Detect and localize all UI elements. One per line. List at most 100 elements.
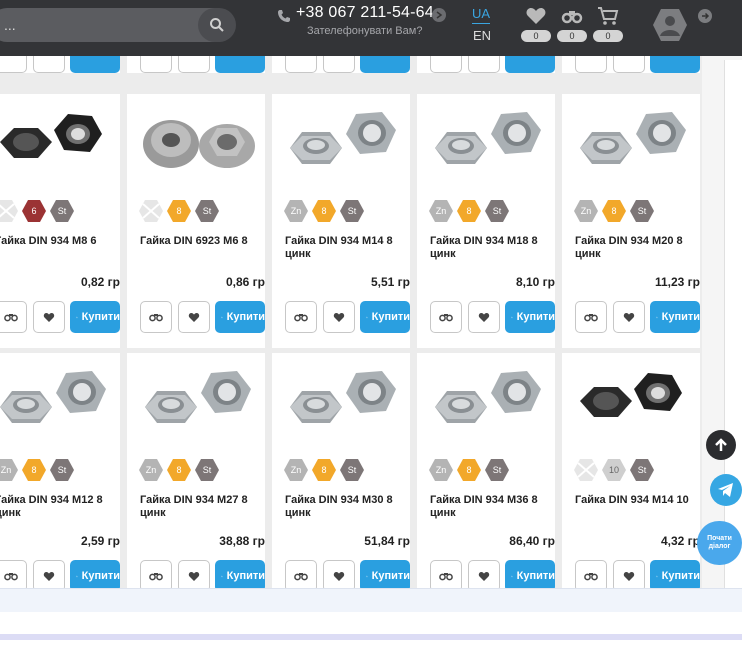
favorites-heart-icon[interactable]: [525, 6, 547, 26]
heart-icon: [43, 312, 55, 322]
badge-label: 8: [466, 465, 472, 475]
product-image[interactable]: [127, 100, 265, 200]
product-image[interactable]: [272, 359, 410, 459]
badge-zn-icon: Zn: [429, 458, 453, 482]
buy-button[interactable]: Купити: [70, 301, 120, 333]
product-card[interactable]: Zn 8 St Гайка DIN 934 M12 8 цинк 2,59 гр Купи…: [0, 353, 120, 607]
favorite-button[interactable]: [33, 56, 65, 73]
product-name[interactable]: Гайка DIN 934 M30 8 цинк: [285, 494, 403, 520]
compare-button[interactable]: [285, 56, 317, 73]
compare-icon: [294, 314, 308, 322]
buy-button[interactable]: Купити: [360, 301, 410, 333]
compare-icon[interactable]: [561, 6, 583, 26]
product-card[interactable]: 6 St Гайка DIN 934 M8 6 0,82 гр Купити: [0, 94, 120, 348]
product-card[interactable]: Zn 8 St Гайка DIN 934 M27 8 цинк 38,88 гр Куп…: [127, 353, 265, 607]
search-icon: [210, 18, 224, 32]
product-card[interactable]: Zn 8 St Гайка DIN 934 M36 8 цинк 86,40 гр Куп…: [417, 353, 555, 607]
compare-button[interactable]: [0, 301, 27, 333]
product-card[interactable]: Zn 8 St Гайка DIN 934 M20 8 цинк 11,23 гр Куп…: [562, 94, 700, 348]
callback-link[interactable]: Зателефонувати Вам?: [307, 25, 422, 37]
phone-dropdown-icon[interactable]: [432, 8, 446, 22]
cart-icon[interactable]: [597, 6, 619, 26]
product-card[interactable]: Zn 8 St Гайка DIN 934 M30 8 цинк 51,84 гр Куп…: [272, 353, 410, 607]
favorite-button[interactable]: [33, 301, 65, 333]
product-card[interactable]: 8 St Гайка DIN 6923 M6 8 0,86 гр Купити: [127, 94, 265, 348]
login-icon[interactable]: [697, 8, 713, 24]
buy-button[interactable]: [505, 56, 555, 73]
user-avatar-icon[interactable]: [652, 8, 688, 42]
heart-icon: [623, 312, 635, 322]
favorite-button[interactable]: [468, 301, 500, 333]
badge-st-icon: St: [485, 458, 509, 482]
compare-button[interactable]: [0, 56, 27, 73]
lang-ua[interactable]: UA: [472, 6, 490, 21]
product-name[interactable]: Гайка DIN 934 M14 10: [575, 494, 693, 507]
badge-grade8-icon: 8: [602, 199, 626, 223]
product-card[interactable]: Zn 8 St Гайка DIN 934 M18 8 цинк 8,10 гр Купи…: [417, 94, 555, 348]
scroll-top-button[interactable]: [706, 430, 736, 460]
favorite-button[interactable]: [323, 56, 355, 73]
favorite-button[interactable]: [613, 301, 645, 333]
product-image[interactable]: [562, 359, 700, 459]
buy-button[interactable]: Купити: [505, 301, 555, 333]
buy-button[interactable]: Купити: [650, 301, 700, 333]
lang-divider: [472, 23, 490, 24]
search-button[interactable]: [198, 8, 236, 42]
heart-icon: [333, 571, 345, 581]
product-price: 4,32 гр: [660, 534, 700, 548]
compare-button[interactable]: [575, 301, 607, 333]
buy-button[interactable]: [70, 56, 120, 73]
telegram-button[interactable]: [710, 474, 742, 506]
product-image[interactable]: [0, 359, 120, 459]
buy-label: Купити: [661, 570, 700, 582]
product-name[interactable]: Гайка DIN 934 M8 6: [0, 235, 113, 248]
badge-label: 8: [176, 206, 182, 216]
badge-label: 6: [31, 206, 37, 216]
badge-zn-icon: Zn: [139, 458, 163, 482]
buy-button[interactable]: [650, 56, 700, 73]
lang-en[interactable]: EN: [473, 28, 491, 43]
buy-button[interactable]: [360, 56, 410, 73]
product-name[interactable]: Гайка DIN 934 M18 8 цинк: [430, 235, 548, 261]
product-name[interactable]: Гайка DIN 934 M20 8 цинк: [575, 235, 693, 261]
favorite-button[interactable]: [178, 301, 210, 333]
buy-label: Купити: [226, 311, 265, 323]
buy-button[interactable]: [215, 56, 265, 73]
buy-button[interactable]: Купити: [215, 301, 265, 333]
compare-button[interactable]: [575, 56, 607, 73]
start-chat-button[interactable]: Почати діалог: [697, 521, 742, 565]
favorite-button[interactable]: [323, 301, 355, 333]
badge-grade6-icon: 6: [22, 199, 46, 223]
product-image[interactable]: [0, 100, 120, 200]
badge-zn-icon: Zn: [284, 199, 308, 223]
badge-label: [574, 458, 598, 482]
favorite-button[interactable]: [468, 56, 500, 73]
product-image[interactable]: [562, 100, 700, 200]
compare-button[interactable]: [140, 301, 172, 333]
cart-icon: [76, 575, 78, 577]
product-name[interactable]: Гайка DIN 934 M27 8 цинк: [140, 494, 258, 520]
product-image[interactable]: [272, 100, 410, 200]
compare-button[interactable]: [430, 56, 462, 73]
cart-icon: [511, 316, 513, 318]
product-image[interactable]: [417, 359, 555, 459]
product-name[interactable]: Гайка DIN 934 M36 8 цинк: [430, 494, 548, 520]
product-name[interactable]: Гайка DIN 6923 M6 8: [140, 235, 258, 248]
search-input[interactable]: [0, 8, 190, 42]
compare-icon: [584, 314, 598, 322]
favorite-button[interactable]: [613, 56, 645, 73]
favorite-button[interactable]: [178, 56, 210, 73]
compare-button[interactable]: [430, 301, 462, 333]
compare-button[interactable]: [285, 301, 317, 333]
phone-number[interactable]: +38 067 211-54-64: [296, 4, 434, 22]
product-card[interactable]: Zn 8 St Гайка DIN 934 M14 8 цинк 5,51 гр Купи…: [272, 94, 410, 348]
scrollbar-thumb[interactable]: [724, 60, 742, 590]
product-image[interactable]: [127, 359, 265, 459]
product-name[interactable]: Гайка DIN 934 M12 8 цинк: [0, 494, 113, 520]
compare-button[interactable]: [140, 56, 172, 73]
badge-label: Zn: [290, 206, 302, 216]
product-image[interactable]: [417, 100, 555, 200]
product-card[interactable]: 10 St Гайка DIN 934 M14 10 4,32 гр Купити: [562, 353, 700, 607]
product-name[interactable]: Гайка DIN 934 M14 8 цинк: [285, 235, 403, 261]
cart-icon: [656, 316, 658, 318]
